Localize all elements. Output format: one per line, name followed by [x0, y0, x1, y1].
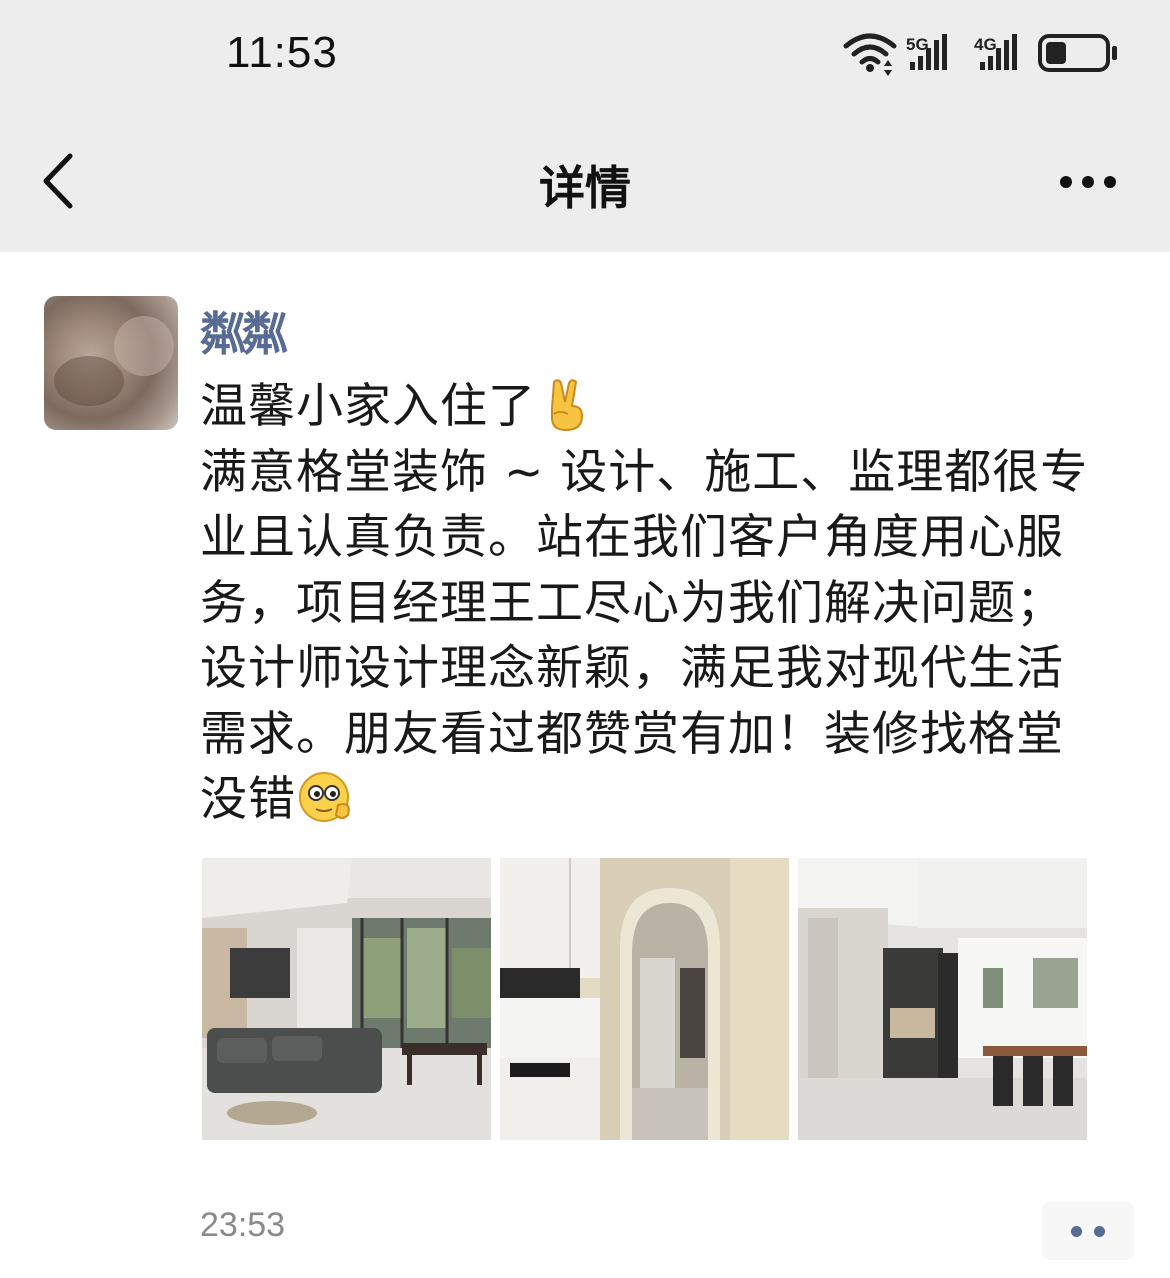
two-dots-icon — [1071, 1226, 1082, 1237]
avatar-blur — [54, 356, 124, 406]
post-line: 满意格堂装饰 ~ 设计、施工、监理都很专 — [200, 444, 1089, 500]
avatar-blur — [114, 316, 174, 376]
status-icons: 5G 4G — [843, 33, 1117, 76]
photo-grid — [202, 858, 1088, 1140]
post-line: 业且认真负责。站在我们客户角度用心服 — [200, 510, 1064, 565]
post-line: 需求。朋友看过都赞赏有加！装修找格堂 — [200, 706, 1064, 762]
kitchen-hallway-photo[interactable] — [500, 858, 789, 1140]
proud-face-emoji — [299, 771, 350, 822]
living-room-photo[interactable] — [202, 858, 491, 1140]
post-line: 务，项目经理王工尽心为我们解决问题； — [200, 575, 1064, 631]
post-line: 没错 — [200, 767, 1110, 833]
post-line-text: 没错 — [200, 772, 296, 827]
status-time: 11:53 — [226, 28, 338, 77]
header-area: 11:53 5G 4G 详情 — [0, 0, 1170, 252]
two-dots-icon — [1094, 1226, 1105, 1237]
author-name[interactable]: 粼粼 — [200, 298, 288, 364]
network-2-label: 4G — [974, 35, 997, 54]
signal-4g-icon: 4G — [974, 34, 1017, 70]
ellipsis-icon[interactable] — [1056, 168, 1120, 196]
avatar[interactable] — [44, 296, 178, 430]
post-text: 温馨小家入住了 满意格堂装饰 ~ 设计、施工、监理都很专 业且认真负责。站在我们… — [200, 374, 1110, 833]
signal-5g-icon: 5G — [906, 34, 947, 70]
comment-like-button[interactable] — [1042, 1202, 1134, 1260]
wifi-icon — [843, 33, 897, 76]
network-1-label: 5G — [906, 35, 929, 54]
post-time: 23:53 — [200, 1206, 286, 1244]
post-line-text: 温馨小家入住了 — [200, 379, 536, 434]
victory-hand-emoji — [551, 378, 584, 431]
battery-icon — [1038, 34, 1117, 72]
dining-room-photo[interactable] — [798, 858, 1087, 1140]
page-title: 详情 — [539, 161, 631, 215]
post-line: 温馨小家入住了 — [200, 374, 1110, 440]
post-line: 设计师设计理念新颖，满足我对现代生活 — [200, 641, 1064, 696]
battery-fill — [1046, 42, 1066, 64]
